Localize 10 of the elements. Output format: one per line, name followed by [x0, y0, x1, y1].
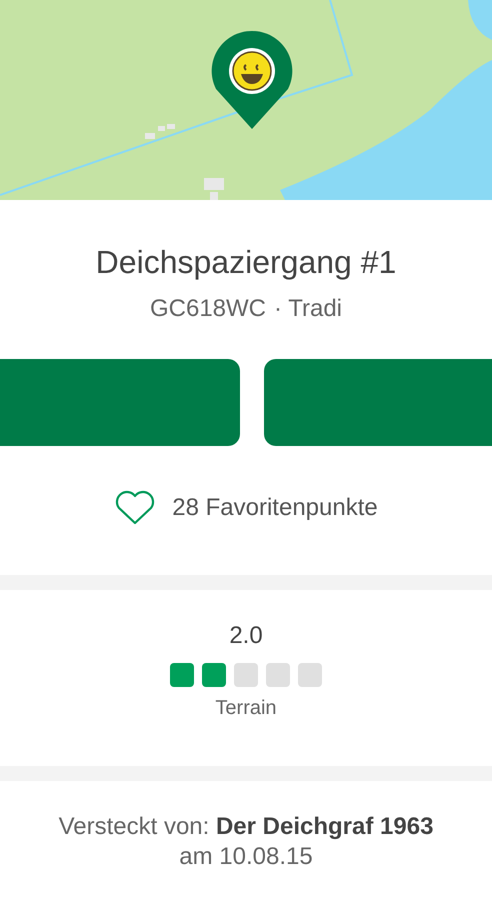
cache-code: GC618WC — [150, 295, 266, 323]
favorites-count: 28 Favoritenpunkte — [172, 494, 378, 522]
hidden-by-text: Versteckt von: Der Deichgraf 1963 — [58, 813, 434, 841]
terrain-label: Terrain — [215, 697, 277, 720]
cache-type: · Tradi — [274, 295, 342, 323]
terrain-value: 2.0 — [229, 622, 263, 650]
map-pin-icon[interactable] — [210, 29, 294, 131]
heart-icon[interactable] — [114, 490, 156, 526]
cache-title: Deichspaziergang #1 — [96, 244, 396, 281]
hidden-date: am 10.08.15 — [179, 843, 313, 871]
